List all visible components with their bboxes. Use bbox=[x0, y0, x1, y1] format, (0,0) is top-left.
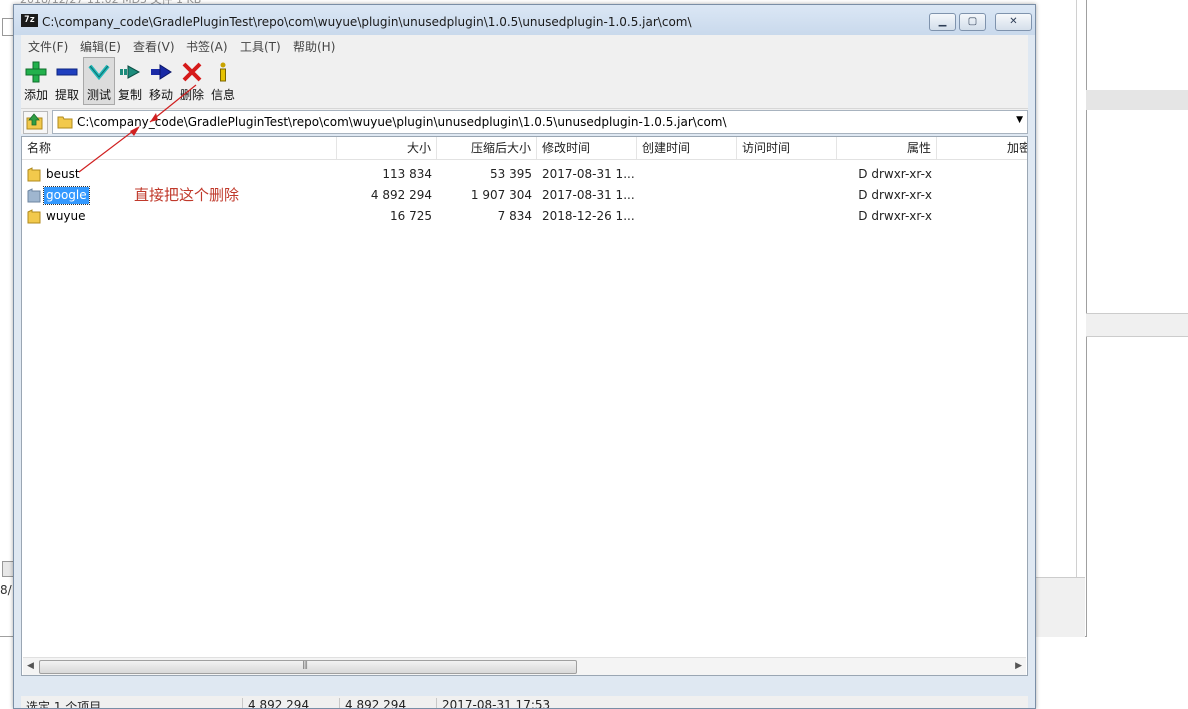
column-created[interactable]: 创建时间 bbox=[637, 137, 737, 159]
status-packed: 4 892 294 bbox=[339, 698, 406, 708]
folder-icon bbox=[27, 167, 41, 182]
close-button[interactable]: ✕ bbox=[995, 13, 1032, 31]
scroll-right-icon[interactable]: ▶ bbox=[1015, 661, 1022, 671]
sevenzip-app-icon: 7z bbox=[21, 14, 38, 27]
column-header: 名称 大小 压缩后大小 修改时间 创建时间 访问时间 属性 加密 bbox=[22, 137, 1027, 160]
up-folder-icon bbox=[26, 113, 43, 130]
file-size: 4 892 294 bbox=[370, 188, 432, 202]
annotation-text: 直接把这个删除 bbox=[134, 186, 240, 204]
maximize-button[interactable]: ▢ bbox=[959, 13, 986, 31]
status-selection: 选定 1 个项目 bbox=[26, 700, 102, 709]
file-size: 16 725 bbox=[390, 209, 432, 223]
column-accessed[interactable]: 访问时间 bbox=[737, 137, 837, 159]
column-encrypted[interactable]: 加密 bbox=[937, 137, 1027, 159]
menu-bookmarks[interactable]: 书签(A) bbox=[186, 38, 228, 55]
column-name[interactable]: 名称 bbox=[22, 137, 337, 159]
background-selected-row bbox=[1086, 90, 1188, 110]
file-attributes: D drwxr-xr-x bbox=[858, 167, 932, 181]
background-panel bbox=[1035, 577, 1085, 637]
background-left-text: 8/ bbox=[0, 583, 12, 597]
file-name: wuyue bbox=[46, 209, 86, 223]
title-bar[interactable]: 7z C:\company_code\GradlePluginTest\repo… bbox=[14, 5, 1035, 35]
file-name: google bbox=[43, 186, 90, 205]
folder-icon bbox=[27, 188, 41, 203]
toolbar: 添加 提取 测试 复制 移动 删除 信息 bbox=[21, 55, 1028, 109]
file-size: 113 834 bbox=[382, 167, 432, 181]
info-icon bbox=[220, 62, 226, 82]
menu-tools[interactable]: 工具(T) bbox=[240, 38, 281, 55]
file-modified: 2017-08-31 1... bbox=[542, 167, 635, 181]
scroll-left-icon[interactable]: ◀ bbox=[27, 661, 34, 671]
file-row[interactable]: beust 113 834 53 395 2017-08-31 1... D d… bbox=[22, 164, 1027, 185]
status-bar: 选定 1 个项目 4 892 294 4 892 294 2017-08-31 … bbox=[21, 696, 1028, 709]
column-modified[interactable]: 修改时间 bbox=[537, 137, 637, 159]
file-attributes: D drwxr-xr-x bbox=[858, 209, 932, 223]
horizontal-scrollbar[interactable]: ◀ ||| ▶ bbox=[23, 657, 1026, 675]
info-button[interactable]: 信息 bbox=[208, 58, 238, 105]
scrollbar-thumb[interactable]: ||| bbox=[39, 660, 577, 674]
extract-button[interactable]: 提取 bbox=[52, 58, 82, 105]
move-icon bbox=[151, 64, 172, 80]
path-text: C:\company_code\GradlePluginTest\repo\co… bbox=[77, 115, 727, 129]
copy-button[interactable]: 复制 bbox=[115, 58, 145, 105]
parent-folder-button[interactable] bbox=[23, 111, 48, 134]
menu-help[interactable]: 帮助(H) bbox=[293, 38, 335, 55]
file-attributes: D drwxr-xr-x bbox=[858, 188, 932, 202]
test-icon bbox=[88, 64, 110, 81]
file-packed-size: 53 395 bbox=[490, 167, 532, 181]
sevenzip-window: 7z C:\company_code\GradlePluginTest\repo… bbox=[13, 4, 1036, 709]
minimize-button[interactable]: ▁ bbox=[929, 13, 956, 31]
column-packed-size[interactable]: 压缩后大小 bbox=[437, 137, 537, 159]
delete-icon bbox=[182, 62, 202, 82]
file-modified: 2017-08-31 1... bbox=[542, 188, 635, 202]
file-packed-size: 7 834 bbox=[497, 209, 532, 223]
info-label: 信息 bbox=[210, 88, 235, 102]
dropdown-arrow-icon[interactable]: ▼ bbox=[1016, 115, 1023, 125]
folder-icon bbox=[57, 116, 73, 129]
folder-icon bbox=[27, 209, 41, 224]
column-size[interactable]: 大小 bbox=[337, 137, 437, 159]
path-field[interactable]: C:\company_code\GradlePluginTest\repo\co… bbox=[52, 110, 1028, 134]
menu-view[interactable]: 查看(V) bbox=[133, 38, 175, 55]
status-size: 4 892 294 bbox=[242, 698, 309, 708]
background-divider bbox=[1076, 0, 1077, 577]
menu-edit[interactable]: 编辑(E) bbox=[80, 38, 121, 55]
file-modified: 2018-12-26 1... bbox=[542, 209, 635, 223]
grip-icon: ||| bbox=[302, 660, 308, 669]
file-name: beust bbox=[46, 167, 80, 181]
menu-file[interactable]: 文件(F) bbox=[28, 38, 68, 55]
address-bar: C:\company_code\GradlePluginTest\repo\co… bbox=[21, 109, 1028, 134]
menu-bar: 文件(F) 编辑(E) 查看(V) 书签(A) 工具(T) 帮助(H) bbox=[21, 35, 1028, 55]
column-attributes[interactable]: 属性 bbox=[837, 137, 937, 159]
file-packed-size: 1 907 304 bbox=[470, 188, 532, 202]
file-row[interactable]: wuyue 16 725 7 834 2018-12-26 1... D drw… bbox=[22, 206, 1027, 227]
window-title: C:\company_code\GradlePluginTest\repo\co… bbox=[42, 15, 692, 29]
move-button[interactable]: 移动 bbox=[146, 58, 176, 105]
extract-icon bbox=[56, 68, 78, 76]
delete-button[interactable]: 删除 bbox=[177, 58, 207, 105]
add-button[interactable]: 添加 bbox=[21, 58, 51, 105]
status-modified: 2017-08-31 17:53 bbox=[436, 698, 550, 708]
background-row bbox=[1086, 313, 1188, 337]
copy-icon bbox=[120, 65, 141, 79]
file-list: 名称 大小 压缩后大小 修改时间 创建时间 访问时间 属性 加密 beust 1… bbox=[21, 136, 1028, 676]
add-icon bbox=[25, 61, 47, 83]
